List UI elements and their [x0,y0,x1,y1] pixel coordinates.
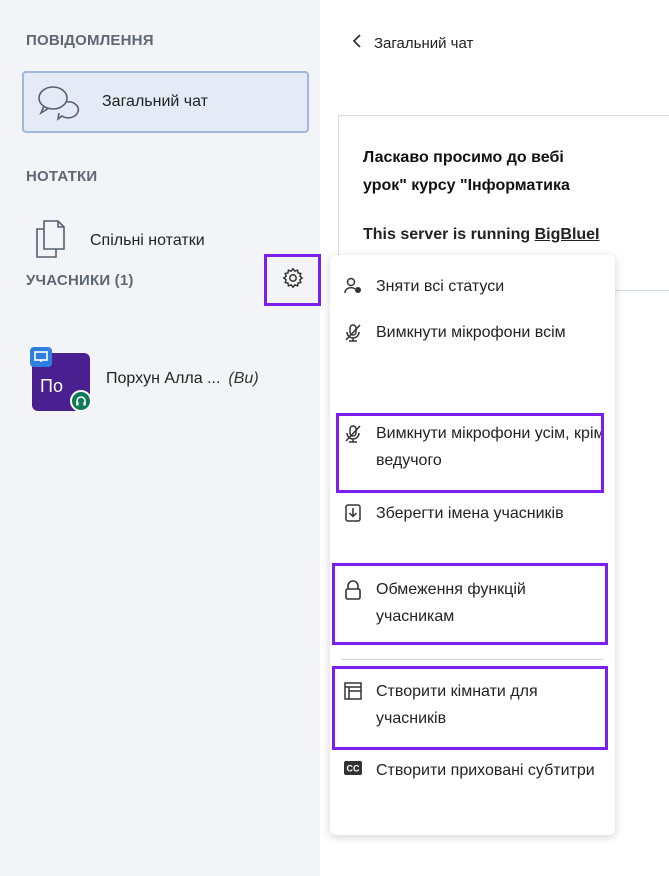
menu-item-label: Зберегти імена учасників [376,505,564,522]
user-you-tag: (Ви) [228,370,259,387]
gear-icon [282,267,304,294]
sidebar-item-public-chat[interactable]: Загальний чат [22,71,309,133]
avatar-initials: По [40,376,63,396]
mute-icon [342,323,364,343]
welcome-line-2: урок" курсу "Інформатика [363,177,570,194]
chat-header[interactable]: Загальний чат [352,34,473,52]
user-options-button[interactable] [264,254,321,306]
user-name: Порхун Алла ... (Ви) [106,370,259,388]
highlight-box [332,666,608,750]
chevron-left-icon [352,34,362,52]
highlight-box [336,413,604,493]
users-section-title: УЧАСНИКИ (1) [26,272,134,289]
notes-icon [34,219,66,264]
user-name-text: Порхун Алла ... [106,370,221,387]
chat-bubbles-icon [36,82,96,122]
user-list-item[interactable]: По Порхун Алла ... (Ви) [22,347,322,420]
sidebar: ПОВІДОМЛЕННЯ Загальний чат НОТАТКИ Спіль… [0,0,322,876]
menu-divider [342,659,604,660]
menu-item-clear-status[interactable]: Зняти всі статуси [330,273,615,300]
server-prefix: This server is running [363,226,535,243]
highlight-box [332,563,608,645]
svg-text:CC: CC [347,764,360,774]
menu-item-label: Вимкнути мікрофони всім [376,324,566,341]
menu-item-label: Зняти всі статуси [376,278,505,295]
notes-label: Спільні нотатки [90,232,205,249]
messages-section-title: ПОВІДОМЛЕННЯ [26,32,154,49]
user-options-menu: Зняти всі статуси Вимкнути мікрофони всі… [330,255,615,835]
welcome-line-1: Ласкаво просимо до вебі [363,149,564,166]
download-icon [342,504,364,522]
presenter-icon [30,347,52,367]
menu-item-create-captions[interactable]: CC Створити приховані субтитри [330,757,615,784]
chat-label: Загальний чат [102,93,208,110]
menu-item-mute-all[interactable]: Вимкнути мікрофони всім [330,319,615,346]
menu-item-label: Створити приховані субтитри [376,762,595,779]
server-info: This server is running BigBlueI [363,226,669,244]
chat-header-title: Загальний чат [374,34,474,52]
server-link[interactable]: BigBlueI [535,226,600,243]
menu-item-save-user-names[interactable]: Зберегти імена учасників [330,500,615,527]
notes-section-title: НОТАТКИ [26,168,98,185]
cc-icon: CC [342,761,364,775]
headphones-icon [70,390,92,412]
clear-status-icon [342,277,364,295]
